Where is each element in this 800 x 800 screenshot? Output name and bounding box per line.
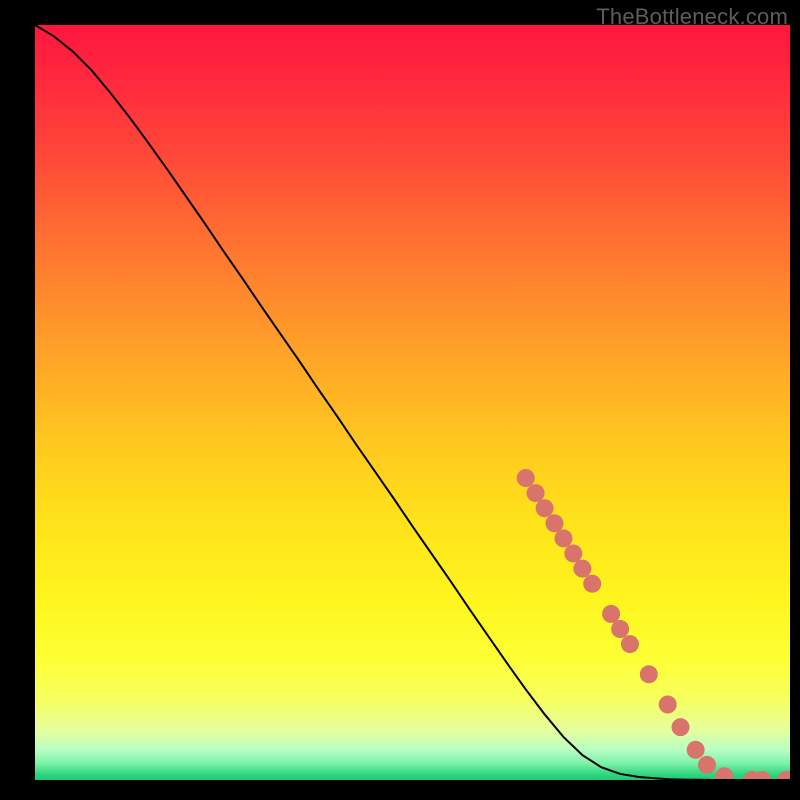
chart-frame: TheBottleneck.com	[0, 0, 800, 800]
data-marker	[698, 756, 716, 774]
data-marker	[659, 696, 677, 714]
data-marker	[527, 484, 545, 502]
data-marker	[621, 635, 639, 653]
data-marker	[611, 620, 629, 638]
data-marker	[602, 605, 620, 623]
data-marker	[545, 514, 563, 532]
data-marker	[640, 665, 658, 683]
data-marker	[672, 718, 690, 736]
data-marker	[583, 575, 601, 593]
gradient-background	[35, 25, 790, 780]
data-marker	[573, 560, 591, 578]
data-marker	[687, 741, 705, 759]
data-marker	[555, 529, 573, 547]
data-marker	[564, 545, 582, 563]
plot-area	[35, 25, 790, 780]
data-marker	[536, 499, 554, 517]
chart-svg	[35, 25, 790, 780]
data-marker	[517, 469, 535, 487]
